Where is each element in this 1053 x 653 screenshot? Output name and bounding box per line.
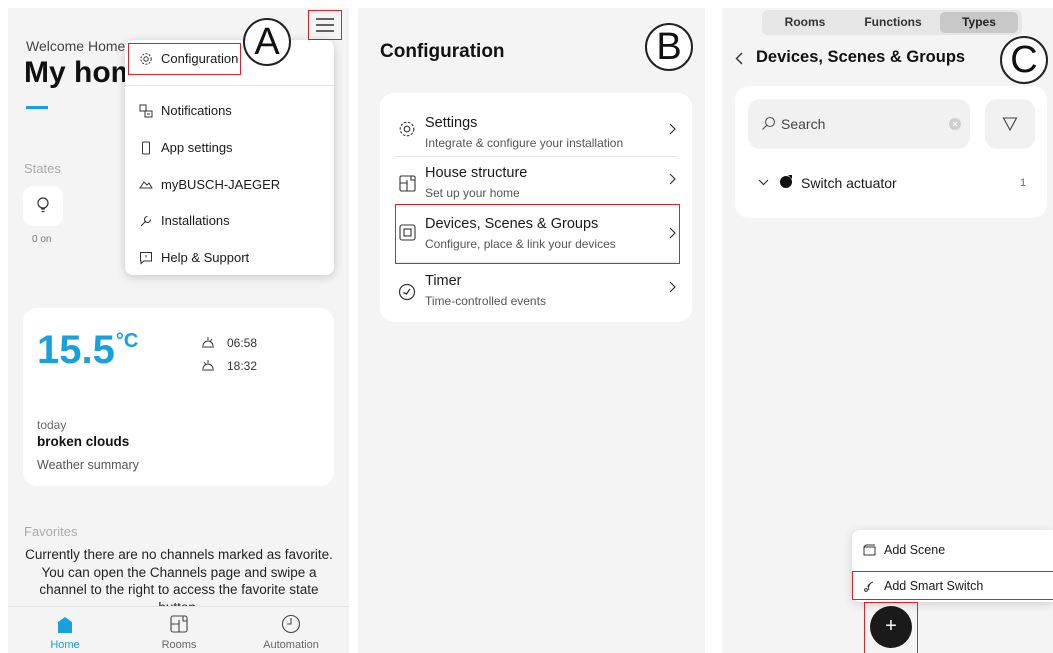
states-button[interactable] — [23, 186, 63, 226]
actuator-icon — [780, 175, 792, 188]
floorplan-icon — [399, 175, 416, 192]
bulb-icon — [37, 197, 49, 213]
search-icon — [762, 116, 776, 130]
fab-item-add-scene[interactable]: Add Scene — [863, 543, 945, 557]
devices-card: Search Switch actuator 1 — [735, 86, 1047, 218]
step-label-a: A — [243, 18, 291, 66]
sunset-icon — [202, 360, 214, 371]
config-item-settings[interactable]: Settings Integrate & configure your inst… — [380, 101, 692, 151]
tab-rooms[interactable]: Rooms — [144, 609, 214, 651]
menu-divider — [125, 85, 334, 86]
highlight-configuration — [128, 43, 241, 75]
chevron-down-icon — [758, 179, 769, 186]
temperature-value: 15.5 — [37, 328, 115, 372]
fab-item-label: Add Scene — [884, 543, 946, 557]
sunrise-time: 06:58 — [227, 336, 258, 350]
search-placeholder: Search — [781, 116, 826, 132]
config-item-subtitle: Set up your home — [425, 186, 520, 200]
menu-item-app-settings[interactable]: App settings — [139, 140, 233, 155]
favorites-label: Favorites — [24, 524, 78, 539]
config-item-title: Settings — [425, 115, 478, 131]
temperature-unit: °C — [115, 330, 139, 352]
close-icon — [952, 121, 958, 127]
menu-item-label: Help & Support — [161, 250, 250, 265]
step-label-c: C — [1000, 36, 1048, 84]
weather-summary: Weather summary — [37, 458, 139, 472]
menu-item-label: App settings — [161, 140, 233, 155]
config-item-subtitle: Integrate & configure your installation — [425, 136, 624, 150]
highlight-add-button — [864, 602, 918, 653]
group-count: 1 — [1020, 177, 1027, 189]
temperature: 15.5 °C — [37, 328, 138, 373]
chevron-right-icon — [669, 281, 676, 293]
menu-item-label: myBUSCH-JAEGER — [161, 177, 281, 192]
chevron-right-icon — [669, 173, 676, 185]
notification-icon — [139, 104, 153, 117]
configuration-panel: Configuration B Settings Integrate & con… — [358, 8, 705, 653]
tab-automation[interactable]: Automation — [256, 609, 326, 651]
weather-card[interactable]: 15.5 °C 06:58 18:32 today broken clouds … — [23, 308, 334, 486]
search-input[interactable]: Search — [748, 99, 970, 149]
config-item-house-structure[interactable]: House structure Set up your home — [380, 157, 692, 203]
bottom-tab-bar: Home Rooms Automation — [8, 606, 349, 653]
dropdown-menu: Configuration Notifications App settings… — [125, 40, 334, 275]
chevron-right-icon — [669, 123, 676, 135]
home-screen-panel: Welcome Home My home States 0 on 15.5 °C… — [8, 8, 349, 653]
menu-item-mybusch-jaeger[interactable]: myBUSCH-JAEGER — [139, 177, 280, 192]
states-label: States — [24, 161, 61, 176]
menu-item-installations[interactable]: Installations — [139, 213, 230, 228]
highlight-devices-scenes-groups — [395, 204, 680, 264]
states-value: 0 on — [32, 234, 52, 245]
filter-button[interactable] — [985, 99, 1035, 149]
gear-icon — [399, 121, 415, 137]
devices-panel: Rooms Functions Types C Devices, Scenes … — [722, 8, 1053, 653]
scene-icon — [863, 544, 876, 556]
page-title: Devices, Scenes & Groups — [756, 48, 966, 66]
clock-icon — [281, 614, 301, 634]
home-icon — [58, 617, 72, 633]
wrench-icon — [140, 215, 152, 226]
menu-item-notifications[interactable]: Notifications — [139, 103, 232, 118]
help-icon — [140, 251, 152, 265]
menu-item-label: Installations — [161, 213, 230, 228]
back-chevron-icon[interactable] — [735, 52, 743, 65]
sunset-time: 18:32 — [227, 359, 258, 373]
step-label-b: B — [645, 23, 693, 71]
menu-item-label: Notifications — [161, 103, 232, 118]
highlight-add-smart-switch — [852, 571, 1053, 600]
segmented-control: Rooms Functions Types — [762, 10, 1022, 35]
weather-day: today — [37, 418, 67, 432]
config-item-timer[interactable]: Timer Time-controlled events — [380, 263, 692, 313]
group-label: Switch actuator — [801, 175, 897, 191]
timer-icon — [398, 283, 416, 301]
accent-underline — [26, 106, 48, 109]
page-title: Configuration — [380, 41, 505, 62]
group-switch-actuator[interactable]: Switch actuator 1 — [735, 168, 1047, 198]
highlight-menu-button — [308, 10, 342, 40]
welcome-text: Welcome Home — [26, 38, 126, 54]
clear-search-button[interactable] — [949, 118, 961, 130]
phone-icon — [142, 141, 150, 154]
filter-icon — [1002, 117, 1018, 132]
tab-home-label: Home — [50, 639, 80, 651]
config-item-title: Timer — [425, 273, 462, 289]
rooms-icon — [170, 615, 188, 633]
segment-rooms[interactable]: Rooms — [766, 12, 844, 33]
cloud-icon — [139, 180, 153, 188]
sunrise-icon — [202, 337, 214, 348]
tab-home[interactable]: Home — [30, 609, 100, 651]
tab-rooms-label: Rooms — [161, 639, 197, 651]
favorites-empty-text: Currently there are no channels marked a… — [25, 547, 333, 606]
segment-types[interactable]: Types — [940, 12, 1018, 33]
weather-condition: broken clouds — [37, 434, 130, 449]
tab-automation-label: Automation — [263, 639, 319, 651]
segment-functions[interactable]: Functions — [850, 12, 936, 33]
menu-item-help-support[interactable]: Help & Support — [139, 250, 249, 265]
config-item-subtitle: Time-controlled events — [425, 294, 546, 308]
config-item-title: House structure — [425, 165, 528, 181]
